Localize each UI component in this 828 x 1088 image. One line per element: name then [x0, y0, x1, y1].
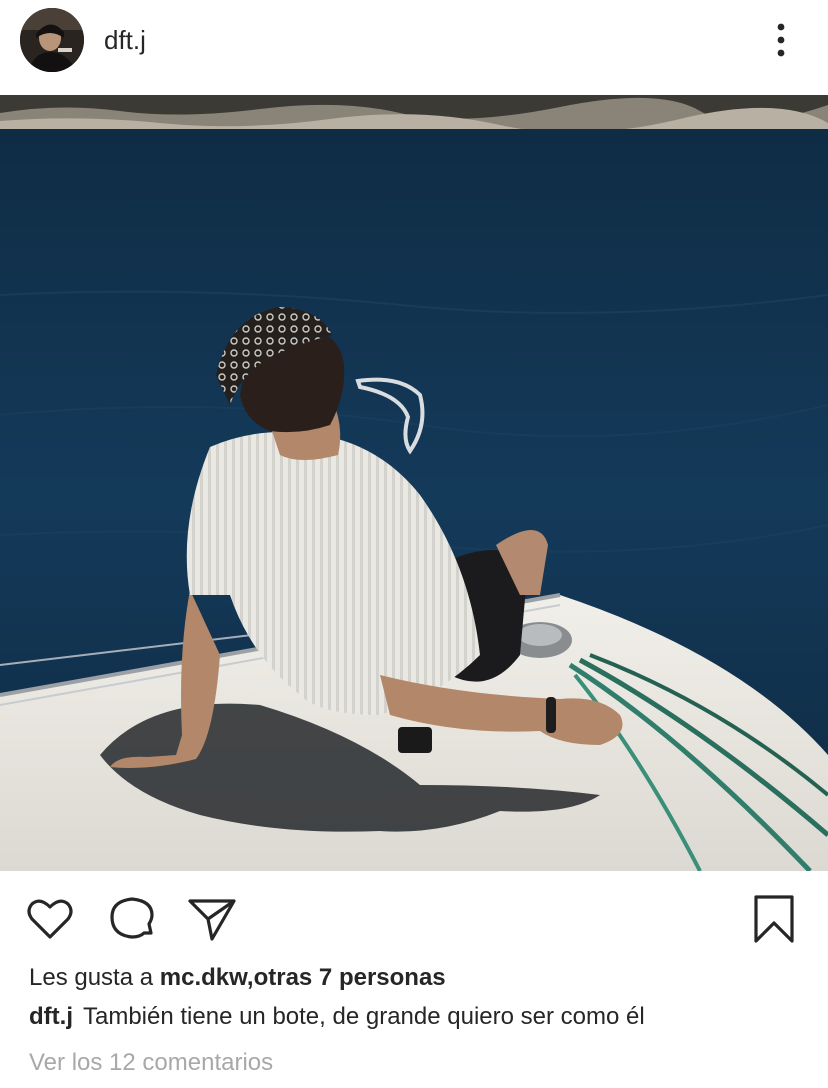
heart-icon[interactable] [24, 893, 76, 945]
profile-photo-icon [20, 8, 84, 72]
bookmark-icon[interactable] [748, 893, 800, 945]
avatar[interactable] [20, 8, 84, 72]
likes-others[interactable]: ,otras 7 personas [247, 964, 446, 991]
likes-summary[interactable]: Les gusta a mc.dkw,otras 7 personas [29, 962, 446, 994]
view-comments-link[interactable]: Ver los 12 comentarios [29, 1047, 273, 1079]
author-username[interactable]: dft.j [104, 24, 146, 56]
caption-username[interactable]: dft.j [29, 1003, 73, 1030]
caption: dft.j También tiene un bote, de grande qu… [29, 1001, 645, 1033]
more-vertical-icon[interactable] [768, 20, 794, 60]
send-icon[interactable] [186, 893, 238, 945]
likes-prefix: Les gusta a [29, 964, 160, 991]
post-photo[interactable] [0, 95, 828, 871]
caption-text: También tiene un bote, de grande quiero … [82, 1003, 645, 1030]
post-header: dft.j [0, 0, 828, 88]
liker-username[interactable]: mc.dkw [160, 964, 247, 991]
action-bar [0, 871, 828, 961]
comment-icon[interactable] [106, 893, 158, 945]
